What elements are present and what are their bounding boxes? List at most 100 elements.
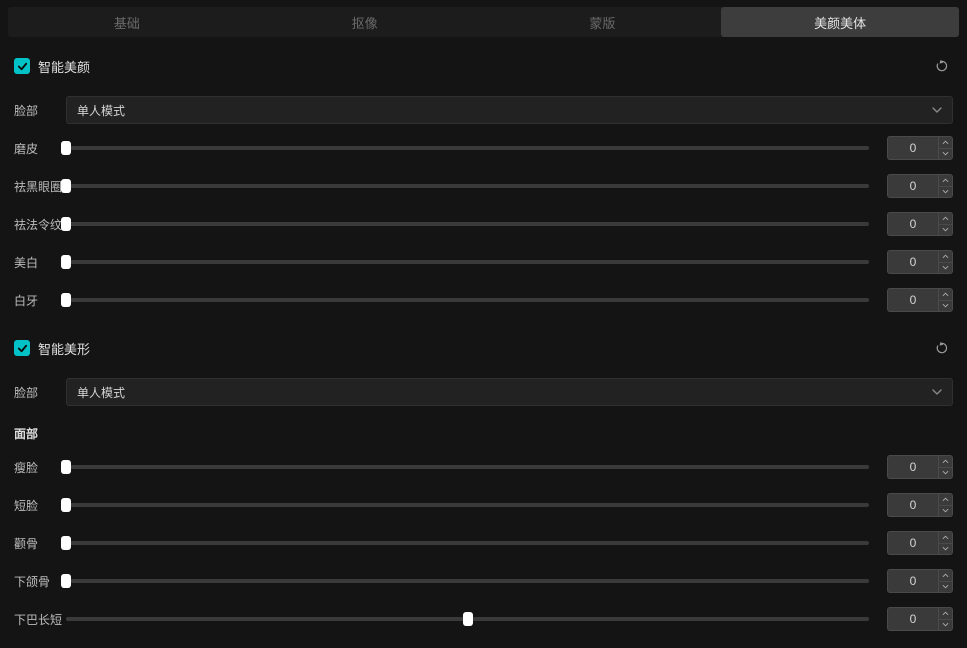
value-stepper[interactable]: 0 <box>887 136 953 160</box>
stepper-up-icon[interactable] <box>939 175 952 186</box>
stepper-up-icon[interactable] <box>939 608 952 619</box>
face-label: 脸部 <box>14 384 66 401</box>
slider-row: 颧骨 0 <box>14 524 953 562</box>
stepper-up-icon[interactable] <box>939 289 952 300</box>
stepper-up-icon[interactable] <box>939 213 952 224</box>
section-title: 智能美颜 <box>38 57 90 76</box>
slider-thumb[interactable] <box>61 460 71 474</box>
stepper-down-icon[interactable] <box>939 148 952 160</box>
face-mode-select[interactable]: 单人模式 <box>66 96 953 124</box>
value-display: 0 <box>888 574 938 588</box>
value-stepper[interactable]: 0 <box>887 569 953 593</box>
slider-thumb[interactable] <box>61 217 71 231</box>
stepper-down-icon[interactable] <box>939 186 952 198</box>
slider-track[interactable] <box>66 541 869 545</box>
tab-label: 美颜美体 <box>814 13 866 32</box>
stepper-down-icon[interactable] <box>939 543 952 555</box>
value-display: 0 <box>888 498 938 512</box>
section-checkbox[interactable] <box>14 58 30 74</box>
value-stepper[interactable]: 0 <box>887 288 953 312</box>
value-display: 0 <box>888 179 938 193</box>
value-stepper[interactable]: 0 <box>887 531 953 555</box>
stepper-down-icon[interactable] <box>939 619 952 631</box>
slider-track[interactable] <box>66 465 869 469</box>
slider-track[interactable] <box>66 260 869 264</box>
slider-row: 美白0 <box>14 243 953 281</box>
slider-track[interactable] <box>66 503 869 507</box>
value-display: 0 <box>888 255 938 269</box>
slider-row: 祛黑眼圈 0 <box>14 167 953 205</box>
section-header: 智能美颜 <box>14 37 953 91</box>
slider-row: 短脸 0 <box>14 486 953 524</box>
slider-track[interactable] <box>66 298 869 302</box>
stepper-up-icon[interactable] <box>939 570 952 581</box>
reset-icon[interactable] <box>931 337 953 359</box>
stepper-up-icon[interactable] <box>939 456 952 467</box>
value-display: 0 <box>888 293 938 307</box>
tab-0[interactable]: 基础 <box>8 7 246 37</box>
stepper-up-icon[interactable] <box>939 137 952 148</box>
slider-label: 下巴长短 <box>14 611 66 628</box>
slider-label: 祛法令纹 <box>14 216 66 233</box>
tab-label: 基础 <box>114 13 140 32</box>
chevron-down-icon <box>932 387 942 397</box>
value-stepper[interactable]: 0 <box>887 455 953 479</box>
slider-row: 瘦脸0 <box>14 448 953 486</box>
face-select-row: 脸部单人模式 <box>14 91 953 129</box>
stepper-down-icon[interactable] <box>939 262 952 274</box>
sub-header: 面部 <box>14 411 953 448</box>
slider-thumb[interactable] <box>61 293 71 307</box>
face-select-row: 脸部单人模式 <box>14 373 953 411</box>
slider-thumb[interactable] <box>463 612 473 626</box>
reset-icon[interactable] <box>931 55 953 77</box>
stepper-down-icon[interactable] <box>939 581 952 593</box>
stepper-down-icon[interactable] <box>939 505 952 517</box>
tab-1[interactable]: 抠像 <box>246 7 484 37</box>
value-display: 0 <box>888 612 938 626</box>
tab-label: 抠像 <box>352 13 378 32</box>
value-display: 0 <box>888 460 938 474</box>
slider-label: 祛黑眼圈 <box>14 178 66 195</box>
tab-2[interactable]: 蒙版 <box>484 7 722 37</box>
face-label: 脸部 <box>14 102 66 119</box>
slider-row: 磨皮 0 <box>14 129 953 167</box>
slider-track[interactable] <box>66 579 869 583</box>
slider-track[interactable] <box>66 146 869 150</box>
slider-row: 白牙 0 <box>14 281 953 319</box>
slider-track[interactable] <box>66 222 869 226</box>
slider-label: 磨皮 <box>14 140 66 157</box>
stepper-down-icon[interactable] <box>939 300 952 312</box>
slider-label: 短脸 <box>14 497 66 514</box>
slider-track[interactable] <box>66 184 869 188</box>
slider-label: 颧骨 <box>14 535 66 552</box>
value-stepper[interactable]: 0 <box>887 174 953 198</box>
stepper-up-icon[interactable] <box>939 251 952 262</box>
stepper-down-icon[interactable] <box>939 224 952 236</box>
face-mode-select[interactable]: 单人模式 <box>66 378 953 406</box>
slider-track[interactable] <box>66 617 869 621</box>
slider-label: 下颌骨 <box>14 573 66 590</box>
slider-label: 白牙 <box>14 292 66 309</box>
stepper-down-icon[interactable] <box>939 467 952 479</box>
slider-thumb[interactable] <box>61 141 71 155</box>
value-stepper[interactable]: 0 <box>887 493 953 517</box>
tab-label: 蒙版 <box>589 13 615 32</box>
chevron-down-icon <box>932 105 942 115</box>
slider-thumb[interactable] <box>61 255 71 269</box>
slider-thumb[interactable] <box>61 536 71 550</box>
slider-thumb[interactable] <box>61 498 71 512</box>
value-display: 0 <box>888 536 938 550</box>
stepper-up-icon[interactable] <box>939 532 952 543</box>
stepper-up-icon[interactable] <box>939 494 952 505</box>
section-header: 智能美形 <box>14 319 953 373</box>
slider-row: 下颌骨 0 <box>14 562 953 600</box>
section-checkbox[interactable] <box>14 340 30 356</box>
value-stepper[interactable]: 0 <box>887 607 953 631</box>
slider-thumb[interactable] <box>61 179 71 193</box>
slider-thumb[interactable] <box>61 574 71 588</box>
value-stepper[interactable]: 0 <box>887 212 953 236</box>
value-stepper[interactable]: 0 <box>887 250 953 274</box>
select-value: 单人模式 <box>77 384 125 401</box>
tab-3[interactable]: 美颜美体 <box>721 7 959 37</box>
section-title: 智能美形 <box>38 339 90 358</box>
